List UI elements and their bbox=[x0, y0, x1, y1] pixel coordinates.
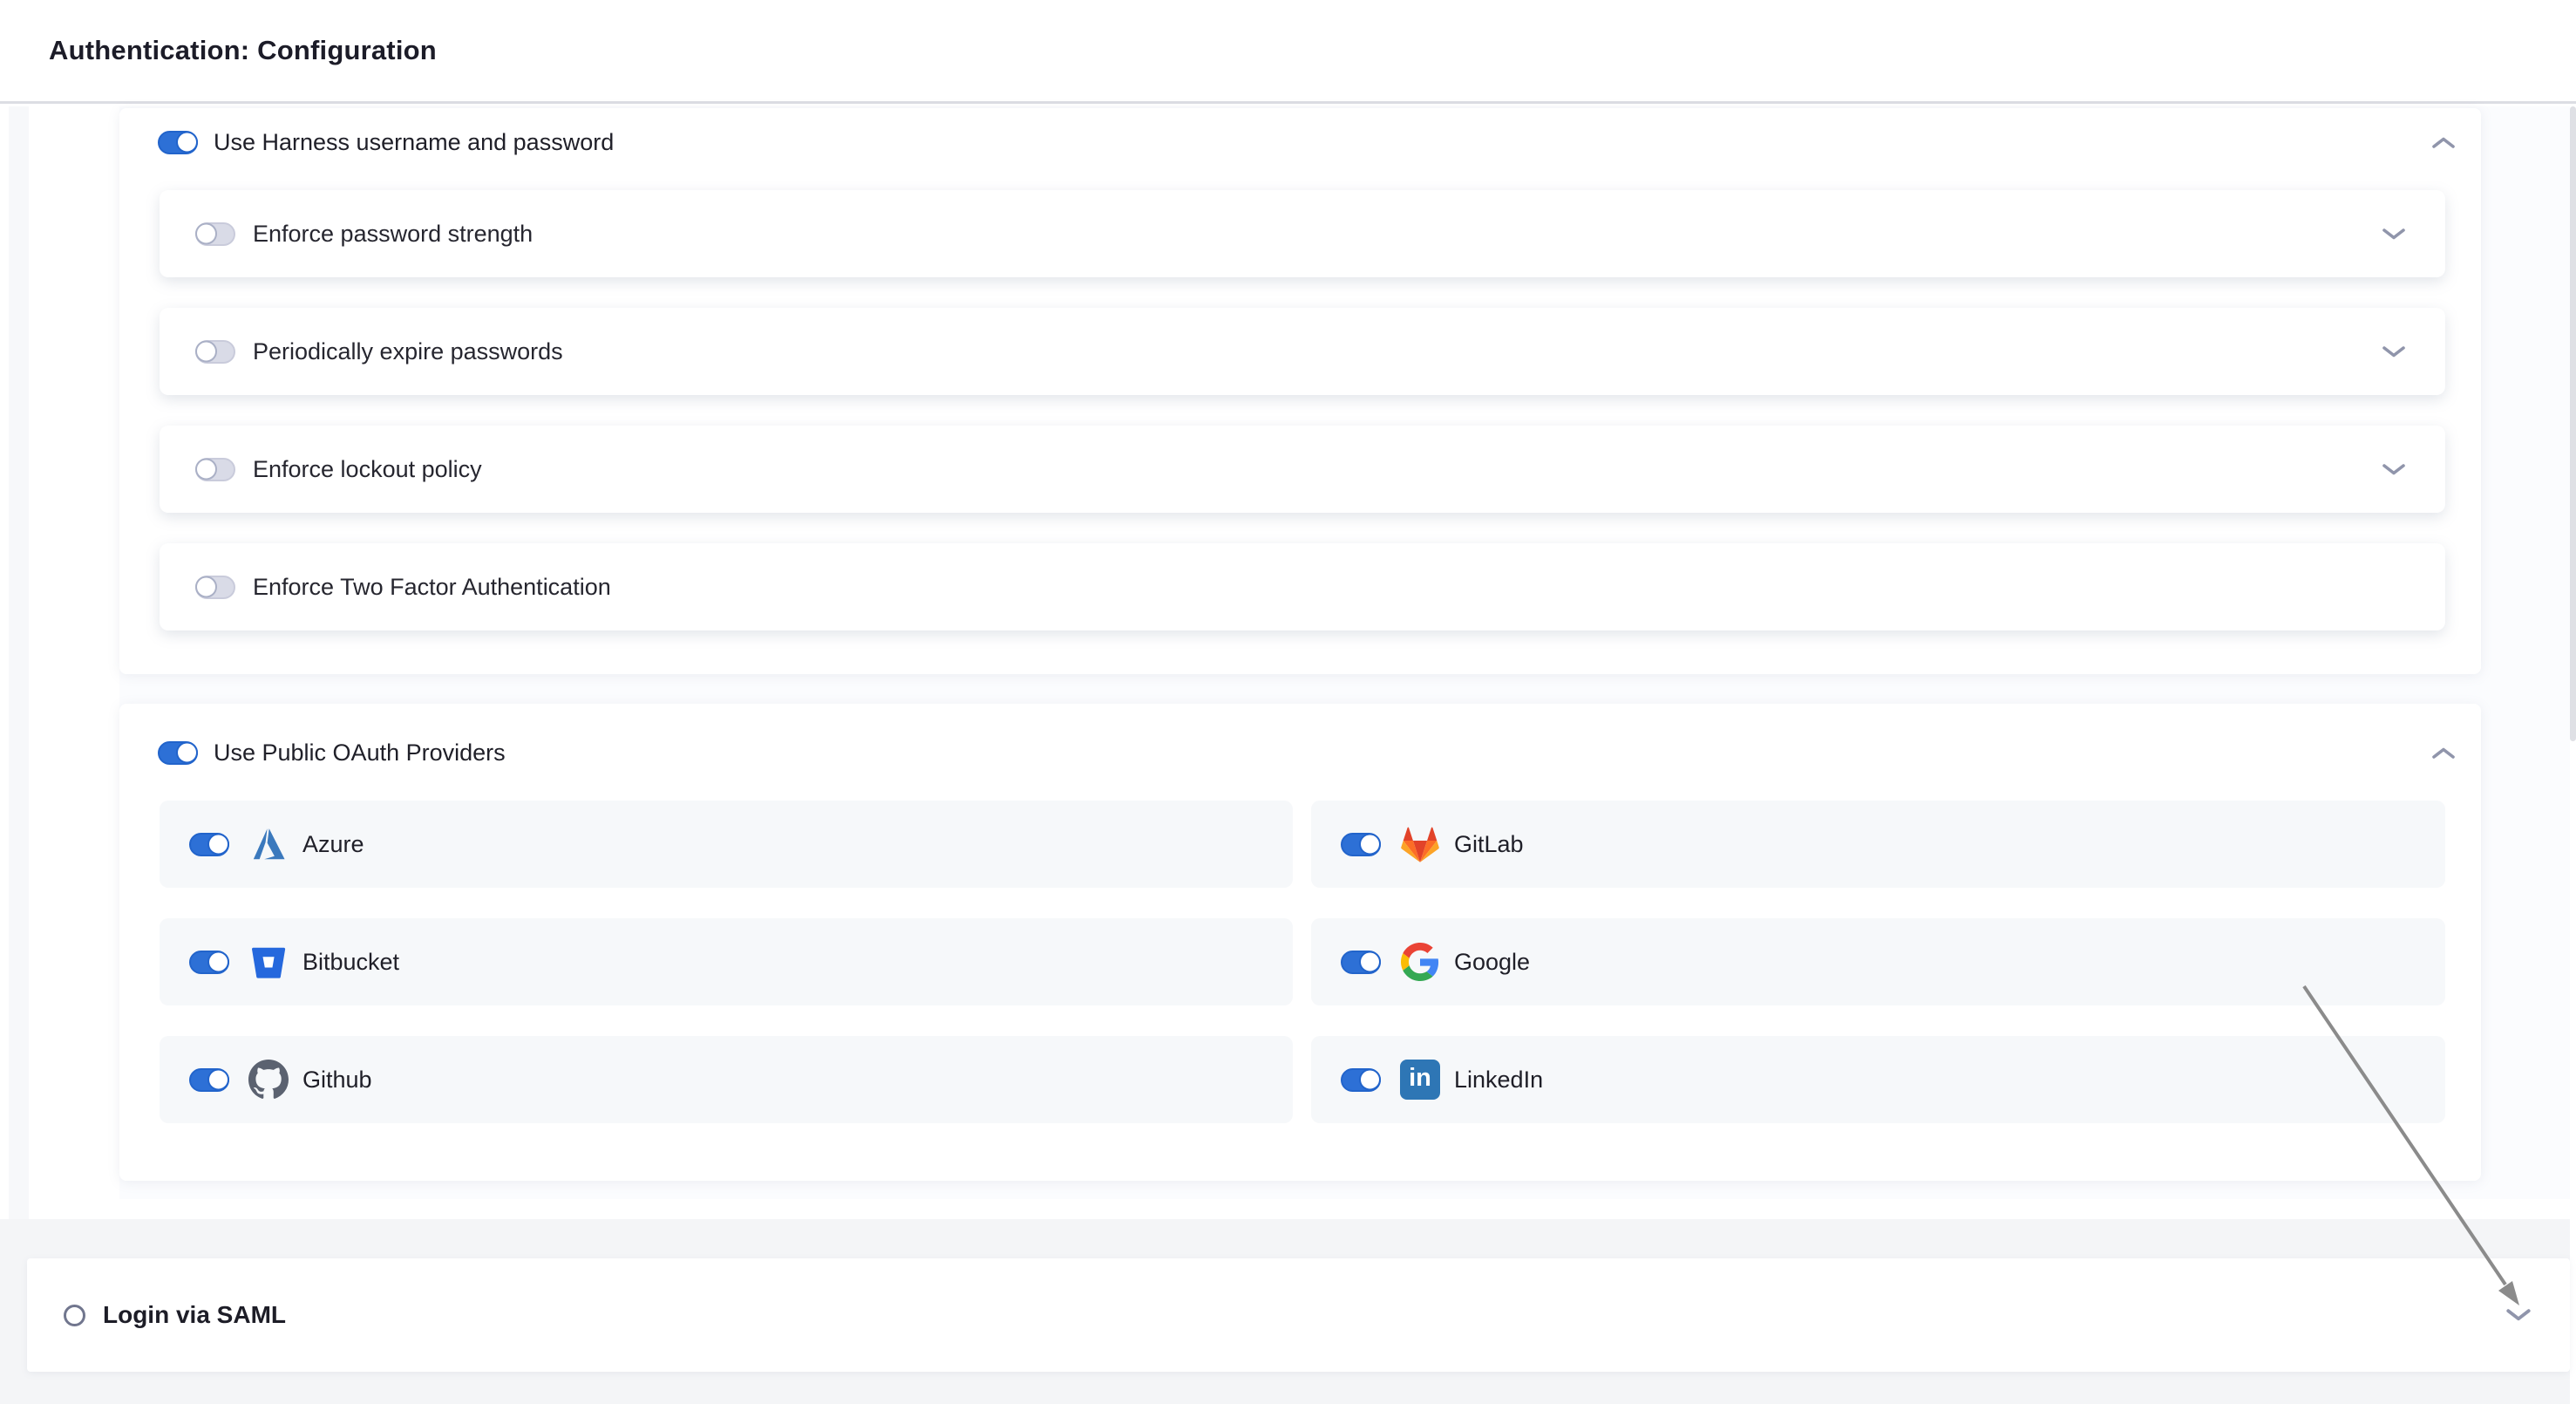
toggle-knob bbox=[207, 1069, 229, 1091]
login-via-saml-row[interactable]: Login via SAML bbox=[27, 1258, 2570, 1372]
linkedin-icon: in bbox=[1400, 1060, 1440, 1100]
toggle-knob bbox=[195, 576, 217, 598]
page-header: Authentication: Configuration bbox=[0, 0, 2576, 104]
use-harness-password-toggle[interactable] bbox=[158, 131, 198, 154]
row-label: Enforce password strength bbox=[253, 221, 533, 248]
toggle-knob bbox=[1359, 1069, 1381, 1091]
provider-cell-azure: Azure bbox=[160, 801, 1293, 888]
page-title: Authentication: Configuration bbox=[49, 35, 437, 66]
saml-radio-button[interactable] bbox=[64, 1305, 85, 1326]
password-auth-panel: Use Harness username and password Enforc… bbox=[119, 108, 2481, 674]
left-gutter-strip bbox=[9, 106, 29, 1404]
provider-name: Azure bbox=[302, 831, 364, 858]
provider-name: GitLab bbox=[1454, 831, 1524, 858]
enforce-two-factor-toggle[interactable] bbox=[195, 576, 235, 599]
chevron-up-icon bbox=[2430, 136, 2457, 149]
toggle-knob bbox=[1359, 951, 1381, 973]
toggle-knob bbox=[195, 459, 217, 480]
azure-toggle[interactable] bbox=[189, 833, 229, 856]
row-expand-button[interactable] bbox=[2379, 222, 2409, 245]
password-panel-collapse-button[interactable] bbox=[2429, 131, 2458, 153]
chevron-down-icon bbox=[2381, 463, 2407, 476]
password-master-row: Use Harness username and password bbox=[158, 119, 2443, 165]
oauth-panel: Use Public OAuth Providers Azure bbox=[119, 704, 2481, 1181]
provider-cell-bitbucket: Bitbucket bbox=[160, 918, 1293, 1005]
row-periodically-expire-passwords[interactable]: Periodically expire passwords bbox=[160, 308, 2445, 395]
saml-expand-button[interactable] bbox=[2504, 1304, 2533, 1326]
password-master-label: Use Harness username and password bbox=[214, 129, 614, 156]
row-expand-button[interactable] bbox=[2379, 458, 2409, 480]
azure-icon bbox=[248, 824, 289, 864]
row-enforce-lockout-policy[interactable]: Enforce lockout policy bbox=[160, 426, 2445, 513]
provider-cell-gitlab: GitLab bbox=[1311, 801, 2445, 888]
oauth-provider-grid: Azure GitLab bbox=[160, 801, 2445, 1123]
enforce-password-strength-toggle[interactable] bbox=[195, 222, 235, 246]
google-icon bbox=[1400, 942, 1440, 982]
github-icon bbox=[248, 1060, 289, 1100]
oauth-master-row: Use Public OAuth Providers bbox=[158, 730, 2443, 775]
bitbucket-toggle[interactable] bbox=[189, 951, 229, 974]
toggle-knob bbox=[176, 132, 198, 153]
linkedin-glyph: in bbox=[1400, 1060, 1440, 1100]
provider-cell-linkedin: in LinkedIn bbox=[1311, 1036, 2445, 1123]
toggle-knob bbox=[176, 742, 198, 764]
oauth-panel-collapse-button[interactable] bbox=[2429, 741, 2458, 764]
provider-name: LinkedIn bbox=[1454, 1067, 1543, 1094]
provider-cell-google: Google bbox=[1311, 918, 2445, 1005]
saml-label: Login via SAML bbox=[103, 1301, 286, 1329]
chevron-down-icon bbox=[2505, 1308, 2532, 1322]
provider-name: Google bbox=[1454, 949, 1530, 976]
gitlab-icon bbox=[1400, 824, 1440, 864]
toggle-knob bbox=[207, 951, 229, 973]
linkedin-toggle[interactable] bbox=[1341, 1068, 1381, 1092]
provider-name: Github bbox=[302, 1067, 372, 1094]
row-label: Enforce lockout policy bbox=[253, 456, 482, 483]
row-label: Periodically expire passwords bbox=[253, 338, 563, 365]
row-label: Enforce Two Factor Authentication bbox=[253, 574, 611, 601]
google-toggle[interactable] bbox=[1341, 951, 1381, 974]
row-enforce-two-factor-authentication[interactable]: Enforce Two Factor Authentication bbox=[160, 543, 2445, 630]
use-public-oauth-toggle[interactable] bbox=[158, 741, 198, 765]
gitlab-toggle[interactable] bbox=[1341, 833, 1381, 856]
enforce-lockout-policy-toggle[interactable] bbox=[195, 458, 235, 481]
row-expand-button[interactable] bbox=[2379, 340, 2409, 363]
row-enforce-password-strength[interactable]: Enforce password strength bbox=[160, 190, 2445, 277]
chevron-up-icon bbox=[2430, 746, 2457, 760]
bitbucket-icon bbox=[248, 942, 289, 982]
oauth-master-label: Use Public OAuth Providers bbox=[214, 739, 506, 767]
provider-cell-github: Github bbox=[160, 1036, 1293, 1123]
toggle-knob bbox=[195, 341, 217, 363]
periodically-expire-passwords-toggle[interactable] bbox=[195, 340, 235, 364]
password-rule-rows: Enforce password strength Periodically e… bbox=[160, 190, 2445, 661]
toggle-knob bbox=[207, 834, 229, 855]
github-toggle[interactable] bbox=[189, 1068, 229, 1092]
vertical-scrollbar-thumb[interactable] bbox=[2570, 106, 2576, 741]
toggle-knob bbox=[1359, 834, 1381, 855]
provider-name: Bitbucket bbox=[302, 949, 399, 976]
toggle-knob bbox=[195, 223, 217, 245]
chevron-down-icon bbox=[2381, 345, 2407, 358]
chevron-down-icon bbox=[2381, 228, 2407, 241]
